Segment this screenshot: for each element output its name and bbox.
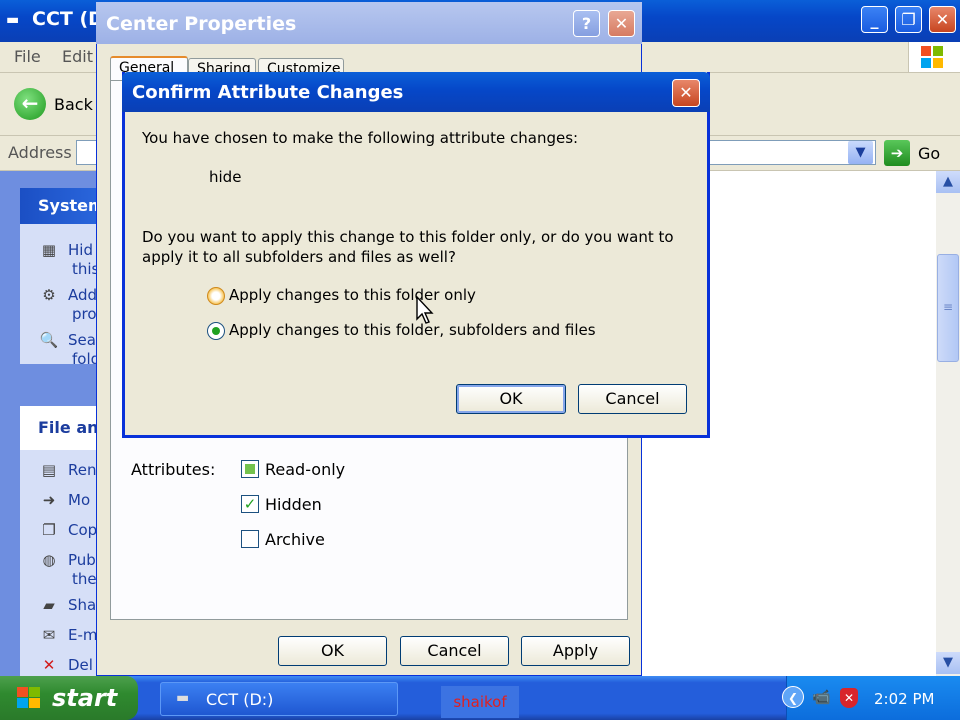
help-button[interactable]: ? xyxy=(573,10,600,37)
task-item[interactable]: ⚙ Add xyxy=(38,286,100,304)
publish-globe-icon: ◍ xyxy=(42,551,56,569)
properties-apply-button[interactable]: Apply xyxy=(521,636,630,666)
task-item[interactable]: ✕ Del xyxy=(38,656,100,674)
folder-only-label[interactable]: Apply changes to this folder only xyxy=(229,286,476,304)
start-label[interactable]: start xyxy=(52,684,117,712)
properties-title: Center Properties xyxy=(106,13,297,35)
menu-edit[interactable]: Edit xyxy=(62,47,93,66)
mouse-cursor-icon xyxy=(416,295,436,330)
task-item[interactable]: ▦ Hid xyxy=(38,241,100,259)
folder-subfolders-label[interactable]: Apply changes to this folder, subfolders… xyxy=(229,321,596,339)
maximize-button[interactable]: ❐ xyxy=(895,6,922,33)
read-only-label[interactable]: Read-only xyxy=(265,460,345,479)
scroll-up-chevron-icon[interactable]: ▲ xyxy=(936,171,960,193)
camera-icon[interactable]: 📹 xyxy=(812,688,831,706)
drive-icon: ▬ xyxy=(6,12,20,28)
task-item[interactable]: ❐ Cop xyxy=(38,521,100,539)
windows-logo xyxy=(908,42,960,72)
email-icon: ✉ xyxy=(42,626,56,644)
hidden-label[interactable]: Hidden xyxy=(265,495,322,514)
clock[interactable]: 2:02 PM xyxy=(874,690,934,708)
confirm-ok-button[interactable]: OK xyxy=(456,384,566,414)
address-label: Address xyxy=(8,143,72,162)
task-item[interactable]: ▰ Sha xyxy=(38,596,100,614)
tray-expand-chevron-icon[interactable]: ❮ xyxy=(782,686,804,708)
move-icon: ➜ xyxy=(42,491,56,509)
task-item[interactable]: ✉ E-m xyxy=(38,626,100,644)
system-tasks-header[interactable]: System xyxy=(20,188,100,224)
read-only-checkbox[interactable] xyxy=(241,460,259,478)
watermark-text: shaikof xyxy=(441,686,519,718)
confirm-title: Confirm Attribute Changes xyxy=(132,82,404,103)
attribute-change-value: hide xyxy=(209,168,242,186)
go-arrow-icon[interactable]: ➔ xyxy=(884,140,910,166)
hidden-checkbox[interactable]: ✓ xyxy=(241,495,259,513)
folder-view-icon: ▦ xyxy=(41,241,57,259)
task-item[interactable]: ◍ Pub xyxy=(38,551,100,569)
taskbar-item-label[interactable]: CCT (D:) xyxy=(206,690,273,709)
properties-cancel-button[interactable]: Cancel xyxy=(400,636,509,666)
scroll-thumb[interactable]: ≡ xyxy=(937,254,959,362)
file-tasks-header[interactable]: File and xyxy=(20,406,100,450)
delete-icon: ✕ xyxy=(42,656,56,674)
confirm-question: Do you want to apply this change to this… xyxy=(142,228,674,266)
copy-icon: ❐ xyxy=(42,521,56,539)
explorer-close-button[interactable]: ✕ xyxy=(929,6,956,33)
attributes-label: Attributes: xyxy=(131,460,216,479)
drive-icon: ▬ xyxy=(176,690,190,706)
folder-only-radio[interactable] xyxy=(207,287,225,305)
scroll-down-chevron-icon[interactable]: ▼ xyxy=(936,652,960,674)
minimize-button[interactable]: _ xyxy=(861,6,888,33)
windows-flag-icon xyxy=(16,686,42,715)
confirm-close-button[interactable]: ✕ xyxy=(672,79,700,107)
address-dropdown-chevron-icon[interactable]: ▼ xyxy=(848,141,873,164)
archive-label[interactable]: Archive xyxy=(265,530,325,549)
task-item[interactable]: ▤ Ren xyxy=(38,461,100,479)
task-item[interactable]: 🔍 Sea xyxy=(38,331,100,349)
back-button-label[interactable]: Back xyxy=(54,95,93,114)
folder-subfolders-radio[interactable] xyxy=(207,322,225,340)
properties-ok-button[interactable]: OK xyxy=(278,636,387,666)
explorer-title: CCT (D xyxy=(32,8,104,30)
search-icon: 🔍 xyxy=(39,331,59,349)
back-arrow-icon[interactable]: ← xyxy=(14,88,46,120)
properties-close-button[interactable]: ✕ xyxy=(608,10,635,37)
share-folder-icon: ▰ xyxy=(43,596,55,614)
security-shield-icon[interactable]: ✕ xyxy=(840,688,858,708)
vertical-scrollbar[interactable] xyxy=(936,171,960,676)
add-program-icon: ⚙ xyxy=(42,286,56,304)
task-item[interactable]: ➜ Mo xyxy=(38,491,100,509)
rename-icon: ▤ xyxy=(41,461,57,479)
go-button-label[interactable]: Go xyxy=(918,144,940,163)
archive-checkbox[interactable] xyxy=(241,530,259,548)
confirm-cancel-button[interactable]: Cancel xyxy=(578,384,687,414)
confirm-message: You have chosen to make the following at… xyxy=(142,129,579,147)
taskbar-item-cct[interactable] xyxy=(160,682,398,716)
menu-file[interactable]: File xyxy=(14,47,41,66)
